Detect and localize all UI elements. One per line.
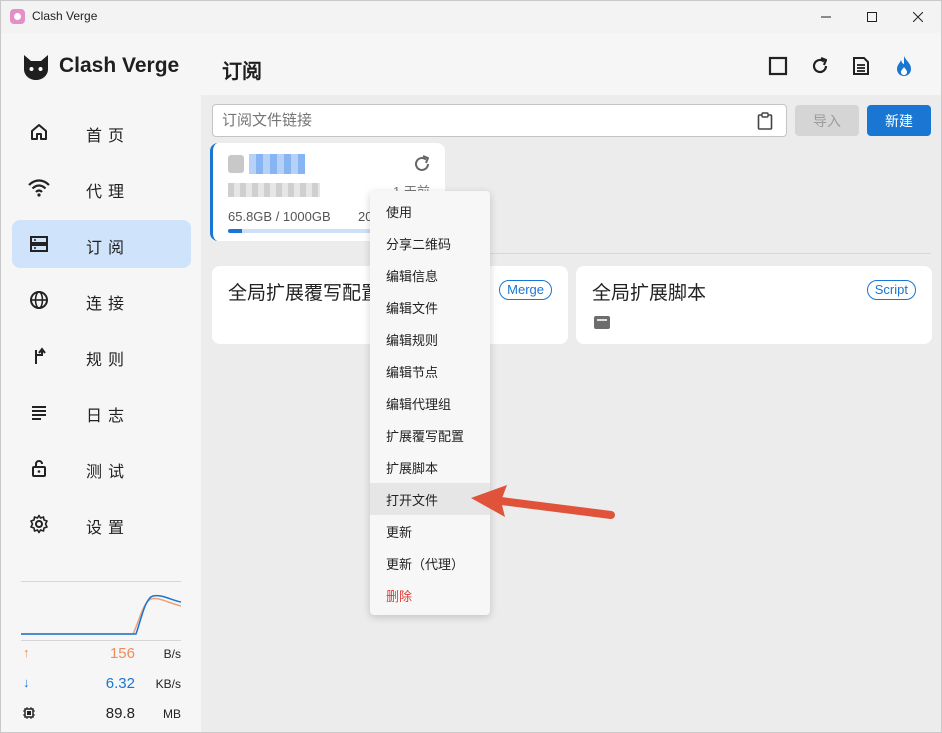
refresh-all-button[interactable] xyxy=(807,53,833,79)
square-icon xyxy=(768,56,788,76)
maximize-icon xyxy=(867,12,877,22)
arrow-up-icon: ↑ xyxy=(23,645,30,660)
app-logo-icon xyxy=(10,9,25,24)
sidebar-item-settings[interactable]: 设置 xyxy=(12,500,191,548)
annotation-arrow-icon xyxy=(471,485,615,519)
menu-item-extend-merge[interactable]: 扩展覆写配置 xyxy=(370,419,490,451)
sidebar-item-label: 日志 xyxy=(86,408,131,425)
list-icon xyxy=(27,400,51,424)
download-unit: KB/s xyxy=(155,677,181,691)
document-icon xyxy=(853,57,869,75)
memory-value: 89.8 xyxy=(105,705,135,722)
lock-icon xyxy=(27,456,51,480)
sidebar-item-label: 代理 xyxy=(86,184,131,201)
profile-name-redacted xyxy=(249,154,305,174)
sidebar-item-rules[interactable]: 规则 xyxy=(12,332,191,380)
minimize-icon xyxy=(821,16,831,18)
sidebar-item-subscriptions[interactable]: 订阅 xyxy=(12,220,191,268)
fork-icon xyxy=(27,344,51,368)
sidebar-item-test[interactable]: 测试 xyxy=(12,444,191,492)
menu-item-delete[interactable]: 删除 xyxy=(370,579,490,611)
reactivate-button[interactable] xyxy=(891,53,917,79)
memory-chip-icon xyxy=(23,705,35,722)
minimize-button[interactable] xyxy=(803,1,849,33)
menu-item-edit-nodes[interactable]: 编辑节点 xyxy=(370,355,490,387)
main-content: 订阅 导入 新建 1 天前 65.8GB / 1000GB 20 xyxy=(201,33,941,732)
sidebar-item-connections[interactable]: 连接 xyxy=(12,276,191,324)
server-icon xyxy=(27,232,51,256)
logo-text: Clash Verge xyxy=(59,54,180,77)
upload-speed: ↑ 156 B/s xyxy=(21,644,183,664)
script-card-title: 全局扩展脚本 xyxy=(592,283,707,304)
profile-refresh-icon[interactable] xyxy=(412,154,432,174)
menu-item-edit-rules[interactable]: 编辑规则 xyxy=(370,323,490,355)
app-window: Clash Verge Clash Verge 首页 代理 订阅 连接 规则 日… xyxy=(0,0,942,733)
gear-icon xyxy=(27,512,51,536)
menu-item-share-qr[interactable]: 分享二维码 xyxy=(370,227,490,259)
sidebar-item-label: 规则 xyxy=(86,352,131,369)
download-value: 6.32 xyxy=(105,675,135,692)
close-button[interactable] xyxy=(895,1,941,33)
title-bar: Clash Verge xyxy=(1,1,941,33)
profile-context-menu: 使用 分享二维码 编辑信息 编辑文件 编辑规则 编辑节点 编辑代理组 扩展覆写配… xyxy=(370,191,490,615)
global-script-card[interactable]: 全局扩展脚本 Script xyxy=(576,266,932,344)
upload-value: 156 xyxy=(109,645,135,662)
refresh-icon xyxy=(812,56,828,74)
cat-logo-icon xyxy=(24,55,48,80)
sidebar-item-label: 连接 xyxy=(86,296,131,313)
script-file-icon xyxy=(594,316,610,329)
fire-icon xyxy=(897,56,911,76)
menu-item-edit-proxy-groups[interactable]: 编辑代理组 xyxy=(370,387,490,419)
maximize-button[interactable] xyxy=(849,1,895,33)
new-profile-button[interactable]: 新建 xyxy=(867,105,931,136)
merge-badge: Merge xyxy=(499,280,552,300)
profile-traffic-usage: 65.8GB / 1000GB xyxy=(228,209,331,224)
menu-item-edit-file[interactable]: 编辑文件 xyxy=(370,291,490,323)
profile-type-icon xyxy=(228,155,244,173)
wifi-icon xyxy=(27,176,51,200)
sidebar-item-logs[interactable]: 日志 xyxy=(12,388,191,436)
arrow-down-icon: ↓ xyxy=(23,675,30,690)
window-title: Clash Verge xyxy=(32,9,98,23)
close-icon xyxy=(913,12,923,22)
sidebar: Clash Verge 首页 代理 订阅 连接 规则 日志 测试 设置 ↑ 15… xyxy=(1,33,201,732)
traffic-graph xyxy=(21,581,182,641)
menu-item-edit-info[interactable]: 编辑信息 xyxy=(370,259,490,291)
page-header: 订阅 xyxy=(201,33,941,95)
sidebar-item-label: 首页 xyxy=(86,128,131,145)
traffic-progress-fill xyxy=(228,229,242,233)
menu-item-update-via-proxy[interactable]: 更新（代理） xyxy=(370,547,490,579)
sidebar-item-label: 订阅 xyxy=(86,240,131,257)
download-speed: ↓ 6.32 KB/s xyxy=(21,674,183,694)
globe-icon xyxy=(27,288,51,312)
script-badge: Script xyxy=(866,280,916,300)
import-button[interactable]: 导入 xyxy=(795,105,859,136)
sidebar-item-proxy[interactable]: 代理 xyxy=(12,164,191,212)
page-title: 订阅 xyxy=(222,61,262,83)
merge-card-title: 全局扩展覆写配置 xyxy=(228,283,381,304)
menu-item-use[interactable]: 使用 xyxy=(370,195,490,227)
home-icon xyxy=(27,120,51,144)
sidebar-item-label: 测试 xyxy=(86,464,131,481)
select-button[interactable] xyxy=(765,53,791,79)
memory-usage: 89.8 MB xyxy=(21,704,183,724)
clipboard-paste-icon[interactable] xyxy=(757,112,773,130)
subscription-url-input[interactable] xyxy=(212,104,787,137)
memory-unit: MB xyxy=(163,707,181,721)
sidebar-item-label: 设置 xyxy=(86,520,131,537)
sidebar-item-home[interactable]: 首页 xyxy=(12,108,191,156)
profile-host-redacted xyxy=(228,183,320,197)
upload-unit: B/s xyxy=(163,647,181,661)
brand-logo: Clash Verge xyxy=(21,51,179,81)
view-config-button[interactable] xyxy=(848,53,874,79)
section-divider xyxy=(431,253,931,254)
